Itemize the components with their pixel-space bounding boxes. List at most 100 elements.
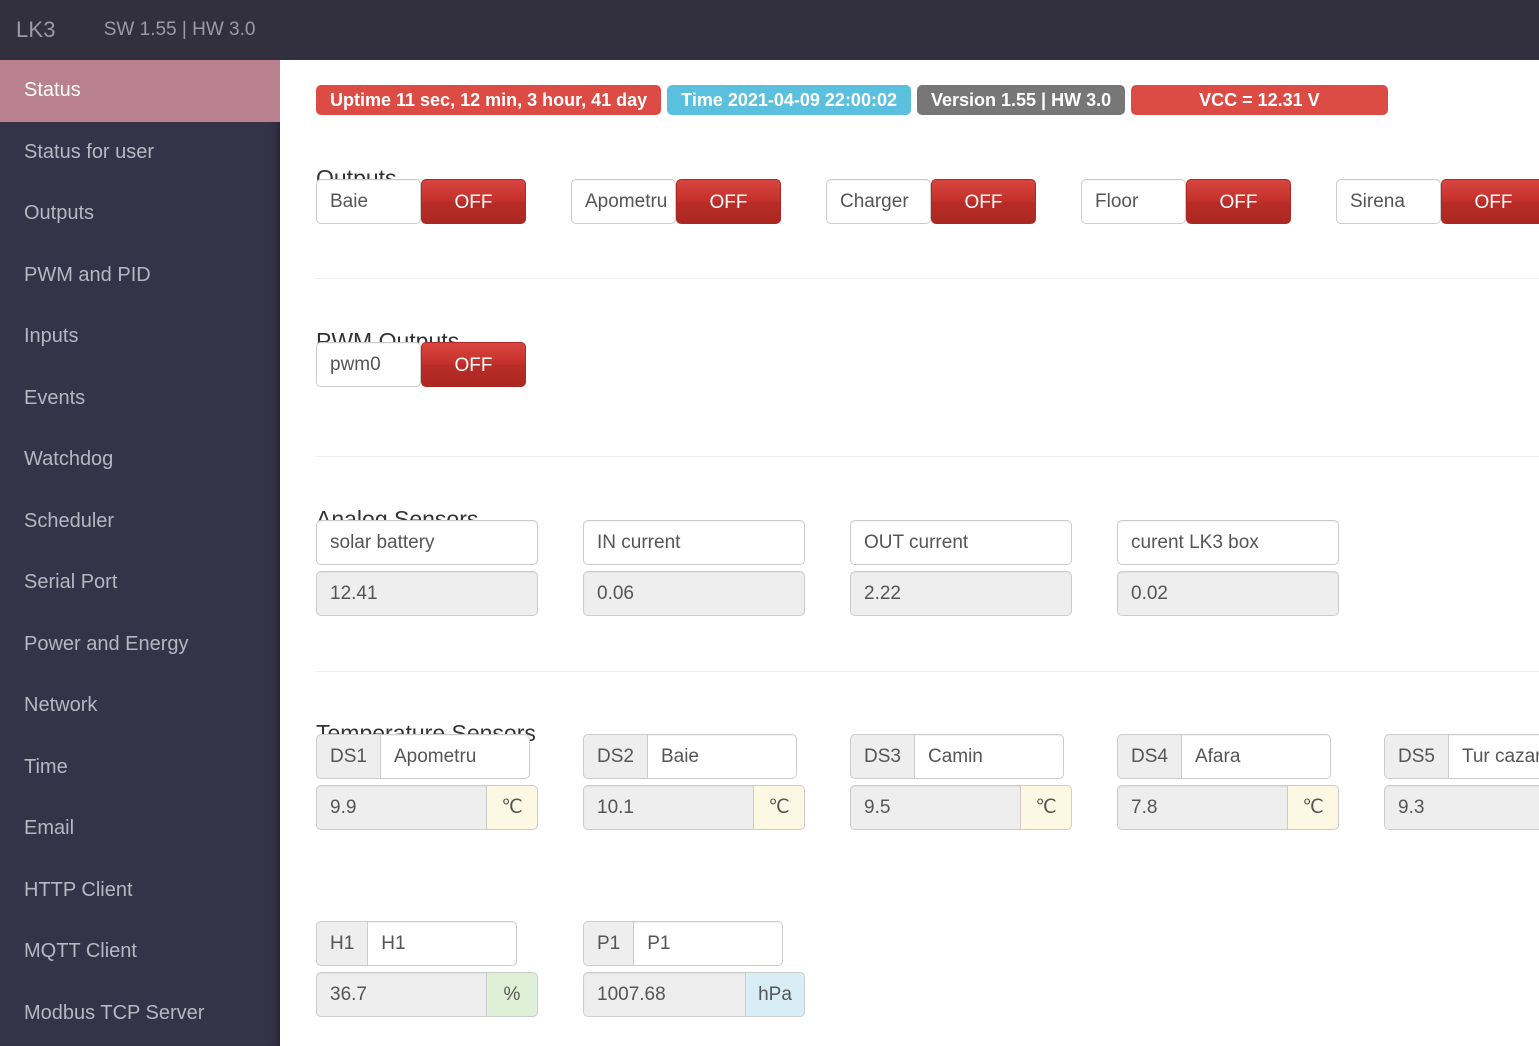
analog-sensor-name-input[interactable]: IN current	[583, 520, 805, 565]
status-badge-bar: Uptime 11 sec, 12 min, 3 hour, 41 day Ti…	[316, 85, 1394, 115]
analog-sensor-solar-battery: solar battery 12.41	[316, 520, 538, 616]
output-toggle-button[interactable]: OFF	[421, 342, 526, 387]
temperature-sensor-value: 9.3	[1384, 785, 1539, 830]
analog-sensor-value: 12.41	[316, 571, 538, 616]
sidebar-item-modbus-tcp-server[interactable]: Modbus TCP Server	[0, 983, 280, 1045]
sidebar-item-watchdog[interactable]: Watchdog	[0, 429, 280, 491]
temperature-sensor-unit-label: ℃	[753, 785, 805, 830]
sidebar-item-label: Outputs	[24, 202, 95, 224]
sidebar-item-http-client[interactable]: HTTP Client	[0, 860, 280, 922]
main-content: Uptime 11 sec, 12 min, 3 hour, 41 day Ti…	[280, 60, 1539, 1046]
output-toggle-button[interactable]: OFF	[1441, 179, 1539, 224]
analog-sensors-row: solar battery 12.41 IN current 0.06 OUT curr…	[316, 520, 1384, 616]
sidebar-item-label: Email	[24, 817, 75, 839]
temperature-sensor-ds4: DS4 Afara 7.8 ℃	[1117, 734, 1339, 830]
output-toggle-button[interactable]: OFF	[421, 179, 526, 224]
analog-sensor-name-input[interactable]: curent LK3 box	[1117, 520, 1339, 565]
divider-after-pwm	[316, 456, 1539, 457]
sidebar-item-serial-port[interactable]: Serial Port	[0, 552, 280, 614]
analog-sensor-out-current: OUT current 2.22	[850, 520, 1072, 616]
temperature-sensor-id-label: DS4	[1117, 734, 1181, 779]
output-name-input[interactable]: Charger	[826, 179, 931, 224]
sidebar-item-label: HTTP Client	[24, 878, 133, 901]
sensor-id-label: P1	[583, 921, 634, 966]
temperature-sensor-id-label: DS2	[583, 734, 647, 779]
sidebar-item-label: Time	[24, 755, 68, 778]
pwm-outputs-row: pwm0 OFF	[316, 342, 571, 387]
analog-sensor-name-input[interactable]: OUT current	[850, 520, 1072, 565]
sensor-h1: H1 H1 36.7%	[316, 921, 538, 1017]
temperature-sensor-name-input[interactable]: Baie	[646, 734, 797, 779]
brand-logo[interactable]: LK3	[0, 17, 56, 43]
status-badge-version: Version 1.55 | HW 3.0	[916, 85, 1126, 115]
status-badge-time: Time 2021-04-09 22:00:02	[667, 85, 911, 115]
sidebar-item-events[interactable]: Events	[0, 368, 280, 430]
temperature-sensor-value: 9.5	[850, 785, 1020, 830]
sidebar-item-label: Inputs	[24, 325, 79, 347]
temperature-sensor-name-input[interactable]: Camin	[913, 734, 1064, 779]
divider-after-outputs	[316, 278, 1539, 279]
sidebar-item-email[interactable]: Email	[0, 798, 280, 860]
sidebar-item-label: Status	[24, 79, 81, 101]
output-name-input[interactable]: Sirena	[1336, 179, 1441, 224]
outputs-row: Baie OFF Apometru OFF Charger OFF Floor OFF Sire…	[316, 179, 1539, 224]
temperature-sensor-id-label: DS5	[1384, 734, 1448, 779]
analog-sensor-value: 2.22	[850, 571, 1072, 616]
sidebar-item-label: PWM and PID	[24, 263, 151, 286]
sensor-name-input[interactable]: H1	[367, 921, 518, 966]
temperature-sensor-id-label: DS3	[850, 734, 914, 779]
output-name-input[interactable]: Apometru	[571, 179, 676, 224]
sidebar-item-label: Network	[24, 694, 98, 716]
status-badge-vcc: VCC = 12.31 V	[1131, 85, 1388, 115]
analog-sensor-value: 0.06	[583, 571, 805, 616]
temperature-sensor-ds3: DS3 Camin 9.5 ℃	[850, 734, 1072, 830]
temperature-sensor-unit-label: ℃	[1287, 785, 1339, 830]
temperature-sensor-name-input[interactable]: Afara	[1180, 734, 1331, 779]
sidebar-item-inputs[interactable]: Inputs	[0, 306, 280, 368]
sidebar-item-outputs[interactable]: Outputs	[0, 183, 280, 245]
sidebar-item-network[interactable]: Network	[0, 675, 280, 737]
sidebar-item-mqtt-client[interactable]: MQTT Client	[0, 921, 280, 983]
divider-after-analog	[316, 671, 1539, 672]
analog-sensor-name-input[interactable]: solar battery	[316, 520, 538, 565]
analog-sensor-in-current: IN current 0.06	[583, 520, 805, 616]
sidebar-item-label: Serial Port	[24, 571, 118, 593]
sidebar-item-status[interactable]: Status	[0, 60, 280, 122]
firmware-version-label: SW 1.55 | HW 3.0	[103, 19, 256, 40]
temperature-sensor-value: 7.8	[1117, 785, 1287, 830]
analog-sensor-value: 0.02	[1117, 571, 1339, 616]
temperature-sensor-ds2: DS2 Baie 10.1 ℃	[583, 734, 805, 830]
temperature-sensor-name-input[interactable]: Apometru	[379, 734, 530, 779]
temperature-sensors-row: DS1 Apometru 9.9 ℃ DS2 Baie 10.1 ℃ DS3 Camin 9.5 ℃ D…	[316, 734, 1539, 830]
output-control-pwm0: pwm0 OFF	[316, 342, 526, 387]
output-name-input[interactable]: Floor	[1081, 179, 1186, 224]
temperature-sensor-id-label: DS1	[316, 734, 380, 779]
sidebar-item-label: Scheduler	[24, 509, 115, 532]
temperature-sensor-name-input[interactable]: Tur cazan	[1447, 734, 1539, 779]
sensor-value: 1007.68	[583, 972, 745, 1017]
temperature-sensor-unit-label: ℃	[1020, 785, 1072, 830]
sidebar-nav: Status Status for user Outputs PWM and PID I…	[0, 60, 280, 1046]
sidebar-item-label: Modbus TCP Server	[24, 1001, 205, 1024]
sensor-name-input[interactable]: P1	[633, 921, 784, 966]
sidebar-item-status-for-user[interactable]: Status for user	[0, 122, 280, 184]
sidebar-item-time[interactable]: Time	[0, 737, 280, 799]
output-control-baie: Baie OFF	[316, 179, 526, 224]
sidebar-item-pwm-and-pid[interactable]: PWM and PID	[0, 245, 280, 307]
temperature-sensor-value: 9.9	[316, 785, 486, 830]
output-toggle-button[interactable]: OFF	[676, 179, 781, 224]
output-name-input[interactable]: Baie	[316, 179, 421, 224]
sensor-unit-label: hPa	[745, 972, 805, 1017]
output-name-input[interactable]: pwm0	[316, 342, 421, 387]
sidebar-item-scheduler[interactable]: Scheduler	[0, 491, 280, 553]
output-toggle-button[interactable]: OFF	[1186, 179, 1291, 224]
sensor-id-label: H1	[316, 921, 368, 966]
analog-sensor-curent-lk3-box: curent LK3 box 0.02	[1117, 520, 1339, 616]
output-toggle-button[interactable]: OFF	[931, 179, 1036, 224]
output-control-charger: Charger OFF	[826, 179, 1036, 224]
sidebar-item-label: Status for user	[24, 140, 155, 163]
status-badge-uptime: Uptime 11 sec, 12 min, 3 hour, 41 day	[316, 85, 662, 115]
output-control-floor: Floor OFF	[1081, 179, 1291, 224]
sidebar-item-label: MQTT Client	[24, 940, 137, 962]
sidebar-item-power-and-energy[interactable]: Power and Energy	[0, 614, 280, 676]
